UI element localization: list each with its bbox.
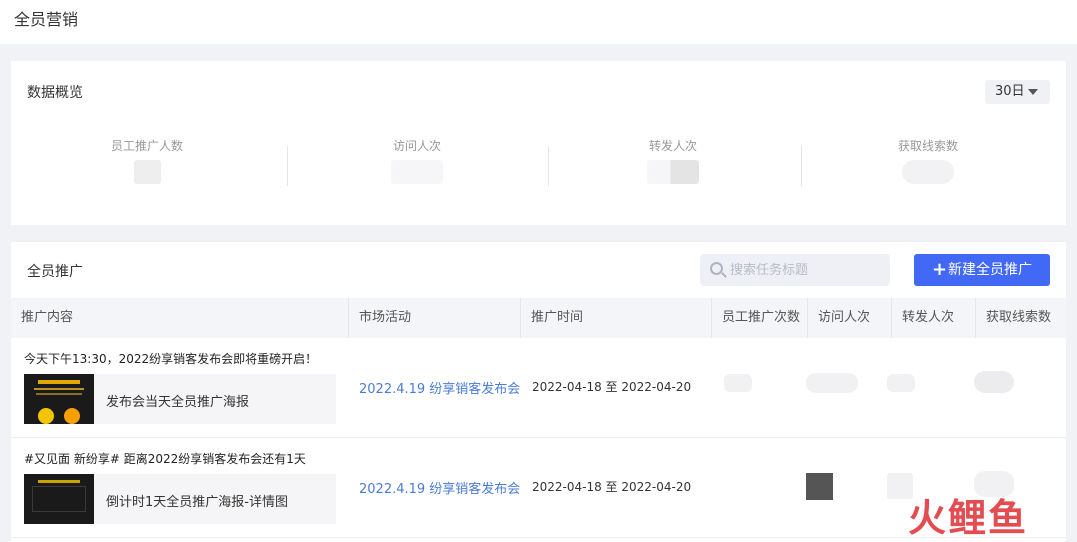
metric-leads: 获取线索数 <box>803 137 1053 197</box>
poster-thumbnail <box>24 474 94 524</box>
metric-value-redacted <box>902 160 954 184</box>
redacted-value <box>887 374 915 392</box>
promotion-content-title: #又见面 新纷享# 距离2022纷享销客发布会还有1天 <box>24 452 306 466</box>
column-header: 推广时间 <box>521 298 712 338</box>
table-header: 推广内容 市场活动 推广时间 员工推广次数 访问人次 转发人次 获取线索数 <box>11 298 1066 338</box>
search-input[interactable] <box>730 254 885 286</box>
column-header: 转发人次 <box>892 298 976 338</box>
metric-visits: 访问人次 <box>292 137 542 197</box>
column-header: 市场活动 <box>349 298 521 338</box>
page-title: 全员营销 <box>14 10 79 29</box>
promotion-time: 2022-04-18 至 2022-04-20 <box>532 480 692 494</box>
poster-card[interactable]: 发布会当天全员推广海报 <box>24 374 336 424</box>
new-promotion-button[interactable]: + 新建全员推广 <box>914 254 1050 286</box>
metric-employee-promoters: 员工推广人数 <box>22 137 272 197</box>
redacted-value <box>974 371 1014 393</box>
caret-down-icon <box>1028 89 1038 95</box>
search-box[interactable] <box>700 254 890 286</box>
column-header: 推广内容 <box>11 298 349 338</box>
watermark-logo: 火鲤鱼 <box>908 496 1028 539</box>
metric-label: 员工推广人数 <box>110 139 183 153</box>
column-header: 访问人次 <box>808 298 892 338</box>
market-activity-link[interactable]: 2022.4.19 纷享销客发布会 <box>359 478 520 497</box>
poster-name: 发布会当天全员推广海报 <box>106 395 250 410</box>
top-bar: 全员营销 <box>0 0 1077 44</box>
divider <box>287 146 288 186</box>
redacted-value <box>806 473 833 500</box>
metric-value-redacted <box>647 160 699 184</box>
range-value: 30日 <box>995 84 1025 99</box>
poster-thumbnail <box>24 374 94 424</box>
column-header: 获取线索数 <box>986 310 1052 325</box>
redacted-value <box>724 374 752 392</box>
svg-text:火鲤鱼: 火鲤鱼 <box>908 496 1028 539</box>
overview-title: 数据概览 <box>27 85 83 101</box>
table-row[interactable]: 今天下午13:30，2022纷享销客发布会即将重磅开启！ 发布会当天全员推广海报… <box>11 338 1066 438</box>
redacted-value <box>974 471 1014 497</box>
promotion-title: 全员推广 <box>27 264 83 280</box>
redacted-value <box>806 373 858 393</box>
column-header: 员工推广次数 <box>712 298 808 338</box>
metric-label: 转发人次 <box>648 139 697 153</box>
data-overview-card: 数据概览 30日 员工推广人数 访问人次 转发人次 获取线索数 <box>11 61 1066 225</box>
metric-value-redacted <box>133 160 161 184</box>
metric-shares: 转发人次 <box>548 137 798 197</box>
search-icon <box>710 262 723 275</box>
poster-name: 倒计时1天全员推广海报-详情图 <box>106 495 288 510</box>
promotion-content-title: 今天下午13:30，2022纷享销客发布会即将重磅开启！ <box>24 352 318 366</box>
poster-card[interactable]: 倒计时1天全员推广海报-详情图 <box>24 474 336 524</box>
divider <box>801 146 802 186</box>
market-activity-link[interactable]: 2022.4.19 纷享销客发布会 <box>359 378 520 397</box>
metric-label: 获取线索数 <box>897 139 958 153</box>
range-select[interactable]: 30日 <box>985 80 1050 104</box>
new-promotion-label: 新建全员推广 <box>948 262 1032 278</box>
promotion-time: 2022-04-18 至 2022-04-20 <box>532 380 692 394</box>
plus-icon: + <box>932 259 948 280</box>
metric-value-redacted <box>391 160 443 184</box>
metric-label: 访问人次 <box>392 139 441 153</box>
